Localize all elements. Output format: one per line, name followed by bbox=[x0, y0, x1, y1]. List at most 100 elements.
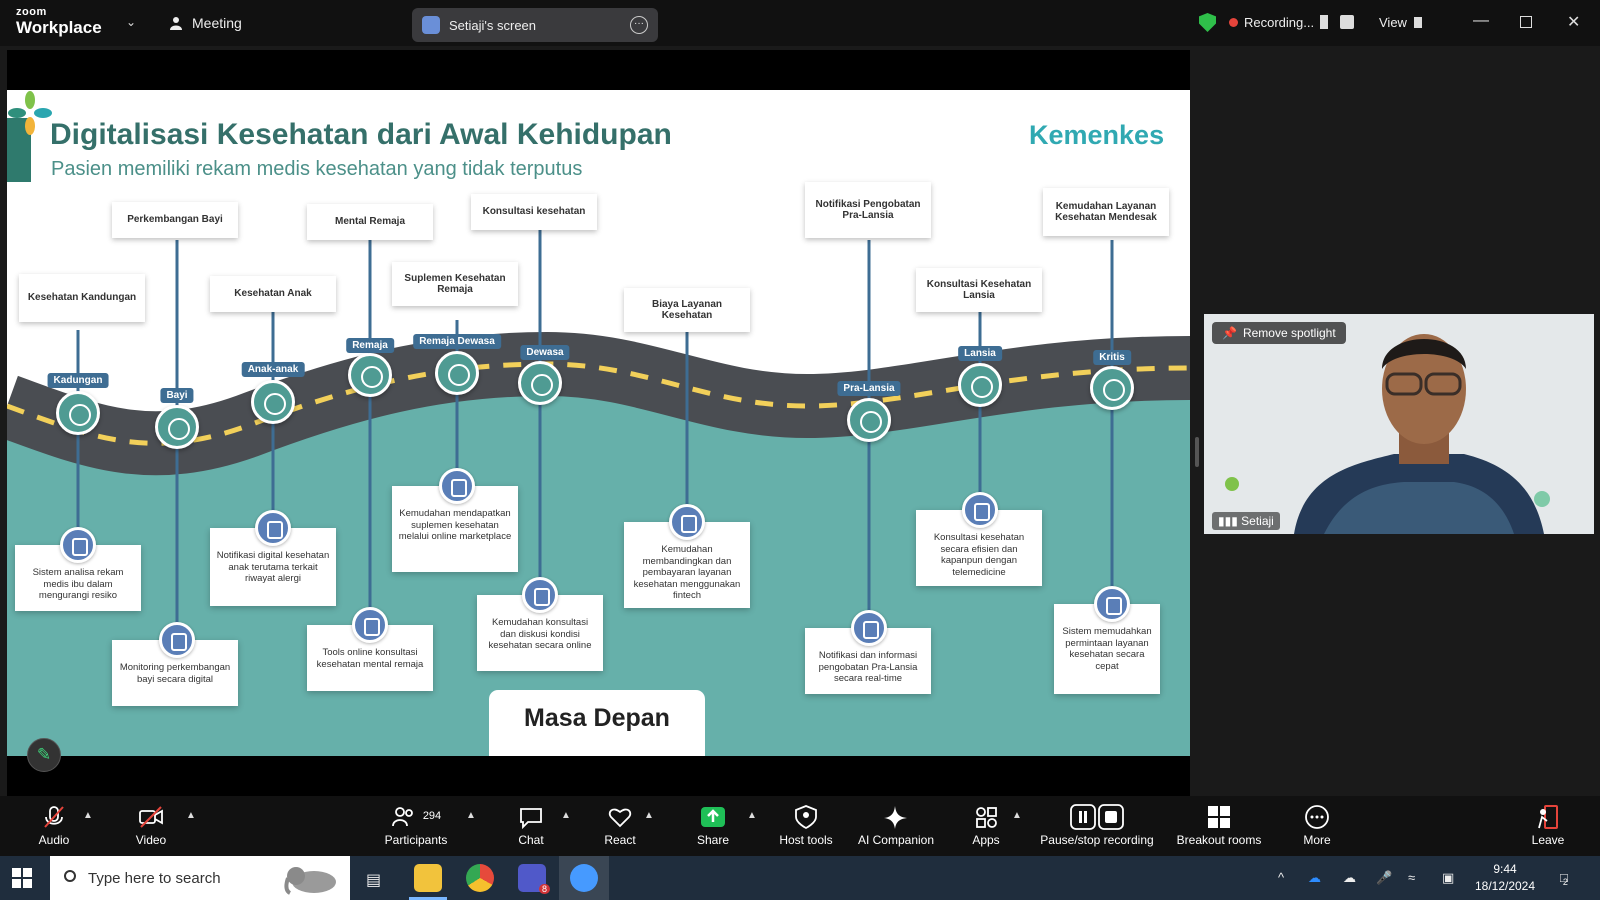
stage-badge: Kadungan bbox=[47, 373, 109, 388]
resize-handle[interactable] bbox=[1195, 437, 1199, 467]
windows-start-icon[interactable] bbox=[12, 868, 32, 888]
fintech-icon bbox=[669, 504, 705, 540]
pre-elderly-icon bbox=[847, 398, 891, 442]
muted-microphone-icon bbox=[44, 806, 64, 828]
display-icon[interactable]: ▣ bbox=[1442, 870, 1454, 886]
search-highlight-elephant-icon bbox=[284, 867, 336, 895]
stage-badge: Kritis bbox=[1093, 350, 1131, 365]
screen-share-pill[interactable]: Setiaji's screen ··· bbox=[412, 8, 658, 42]
system-clock[interactable]: 9:44 18/12/2024 bbox=[1470, 861, 1540, 895]
zoom-active-highlight bbox=[559, 856, 609, 900]
ai-companion-button[interactable]: AI Companion bbox=[846, 804, 946, 847]
file-explorer-icon[interactable] bbox=[414, 864, 442, 892]
more-label: More bbox=[1303, 833, 1331, 847]
react-button[interactable]: React bbox=[570, 804, 670, 847]
participant-video-feed bbox=[1204, 314, 1594, 534]
participant-name-tag: ▮▮▮ Setiaji bbox=[1212, 512, 1280, 530]
hospital-icon bbox=[1094, 586, 1130, 622]
stage-badge: Lansia bbox=[958, 346, 1002, 361]
host-tools-button[interactable]: Host tools bbox=[756, 804, 856, 847]
record-analysis-icon bbox=[60, 527, 96, 563]
pause-recording-icon[interactable] bbox=[1320, 15, 1328, 29]
close-icon[interactable]: ✕ bbox=[1567, 12, 1580, 32]
meeting-menu[interactable]: Meeting bbox=[168, 15, 242, 31]
video-options-caret-icon[interactable]: ▲ bbox=[186, 810, 196, 821]
more-icon bbox=[1305, 805, 1329, 829]
react-options-caret-icon[interactable]: ▲ bbox=[644, 810, 654, 821]
kemenkes-brand: Kemenkes bbox=[1029, 120, 1165, 150]
onedrive-icon[interactable]: ☁ bbox=[1308, 870, 1321, 886]
topic-label: Biaya Layanan Kesehatan bbox=[624, 288, 750, 332]
notifications-icon[interactable]: □2 bbox=[1560, 870, 1573, 887]
breakout-rooms-label: Breakout rooms bbox=[1176, 833, 1262, 847]
leave-label: Leave bbox=[1531, 833, 1565, 847]
supplement-icon bbox=[439, 468, 475, 504]
zoom-logo[interactable]: zoom Workplace bbox=[16, 6, 102, 37]
cloud-sync-icon[interactable]: ☁ bbox=[1343, 870, 1356, 886]
pin-icon: 📌 bbox=[1222, 326, 1237, 340]
share-label: Share bbox=[696, 833, 730, 847]
restore-icon[interactable] bbox=[1520, 16, 1532, 28]
encryption-shield-icon[interactable] bbox=[1199, 13, 1216, 32]
remove-spotlight-button[interactable]: 📌 Remove spotlight bbox=[1212, 322, 1346, 344]
microphone-icon[interactable]: 🎤 bbox=[1376, 870, 1392, 886]
stage-badge: Anak-anak bbox=[241, 362, 305, 377]
emergency-icon bbox=[1090, 366, 1134, 410]
zoom-app-window: zoom Workplace ⌄ Meeting Setiaji's scree… bbox=[0, 0, 1600, 900]
stage-badge: Remaja bbox=[346, 338, 394, 353]
apps-options-caret-icon[interactable]: ▲ bbox=[1012, 810, 1022, 821]
show-hidden-icons-icon[interactable]: ^ bbox=[1278, 870, 1284, 885]
apps-icon bbox=[976, 807, 997, 828]
telemedicine-icon bbox=[962, 492, 998, 528]
heart-icon bbox=[608, 808, 632, 828]
clock-time: 9:44 bbox=[1493, 862, 1517, 876]
stop-recording-icon[interactable] bbox=[1340, 15, 1354, 29]
chevron-down-icon[interactable]: ⌄ bbox=[126, 15, 136, 29]
participants-label: Participants bbox=[384, 833, 448, 847]
audio-options-caret-icon[interactable]: ▲ bbox=[83, 810, 93, 821]
minimize-icon[interactable]: — bbox=[1473, 12, 1489, 30]
topic-label: Kemudahan Layanan Kesehatan Mendesak bbox=[1043, 188, 1169, 236]
pause-stop-recording-label: Pause/stop recording bbox=[1040, 833, 1154, 847]
leave-button[interactable]: Leave bbox=[1498, 804, 1598, 847]
chrome-icon[interactable] bbox=[466, 864, 494, 892]
notification-icon bbox=[255, 510, 291, 546]
presentation-slide: Digitalisasi Kesehatan dari Awal Kehidup… bbox=[7, 90, 1190, 756]
young-adult-icon bbox=[435, 351, 479, 395]
pause-stop-icon bbox=[1070, 804, 1124, 830]
future-label: Masa Depan bbox=[489, 690, 705, 756]
teams-icon[interactable]: 8 bbox=[518, 864, 550, 894]
meeting-label: Meeting bbox=[192, 15, 242, 31]
ai-companion-label: AI Companion bbox=[857, 833, 935, 847]
breakout-rooms-button[interactable]: Breakout rooms bbox=[1164, 804, 1274, 847]
remove-spotlight-label: Remove spotlight bbox=[1242, 326, 1336, 340]
topic-label: Konsultasi Kesehatan Lansia bbox=[916, 268, 1042, 312]
taskbar-search-box[interactable]: Type here to search bbox=[50, 856, 350, 900]
stage-badge: Dewasa bbox=[520, 345, 570, 360]
realtime-notification-icon bbox=[851, 610, 887, 646]
top-bar: zoom Workplace ⌄ Meeting Setiaji's scree… bbox=[0, 0, 1600, 46]
topic-label: Suplemen Kesehatan Remaja bbox=[392, 262, 518, 306]
more-options-icon[interactable]: ··· bbox=[630, 16, 648, 34]
participants-options-caret-icon[interactable]: ▲ bbox=[466, 810, 476, 821]
chat-label: Chat bbox=[518, 833, 544, 847]
annotate-pen-icon[interactable]: ✎ bbox=[27, 738, 61, 772]
task-view-icon[interactable]: ▤ bbox=[366, 870, 381, 890]
leave-door-icon bbox=[1538, 805, 1558, 829]
view-layout-icon[interactable] bbox=[1414, 17, 1422, 28]
wifi-icon[interactable]: ≈ bbox=[1408, 870, 1415, 885]
view-button[interactable]: View bbox=[1379, 15, 1407, 30]
children-icon bbox=[251, 380, 295, 424]
participants-button[interactable]: 294 Participants bbox=[366, 804, 466, 847]
recording-label: Recording... bbox=[1244, 15, 1315, 30]
pause-stop-recording-button[interactable]: Pause/stop recording bbox=[1032, 804, 1162, 847]
topic-label: Mental Remaja bbox=[307, 204, 433, 240]
topic-label: Perkembangan Bayi bbox=[112, 202, 238, 238]
teenager-icon bbox=[348, 353, 392, 397]
logo-small-text: zoom bbox=[16, 6, 47, 18]
adult-icon bbox=[518, 361, 562, 405]
participant-video-tile[interactable]: 📌 Remove spotlight ▮▮▮ Setiaji bbox=[1204, 314, 1594, 534]
share-screen-icon bbox=[701, 807, 725, 827]
more-button[interactable]: More bbox=[1267, 804, 1367, 847]
pregnancy-icon bbox=[56, 391, 100, 435]
